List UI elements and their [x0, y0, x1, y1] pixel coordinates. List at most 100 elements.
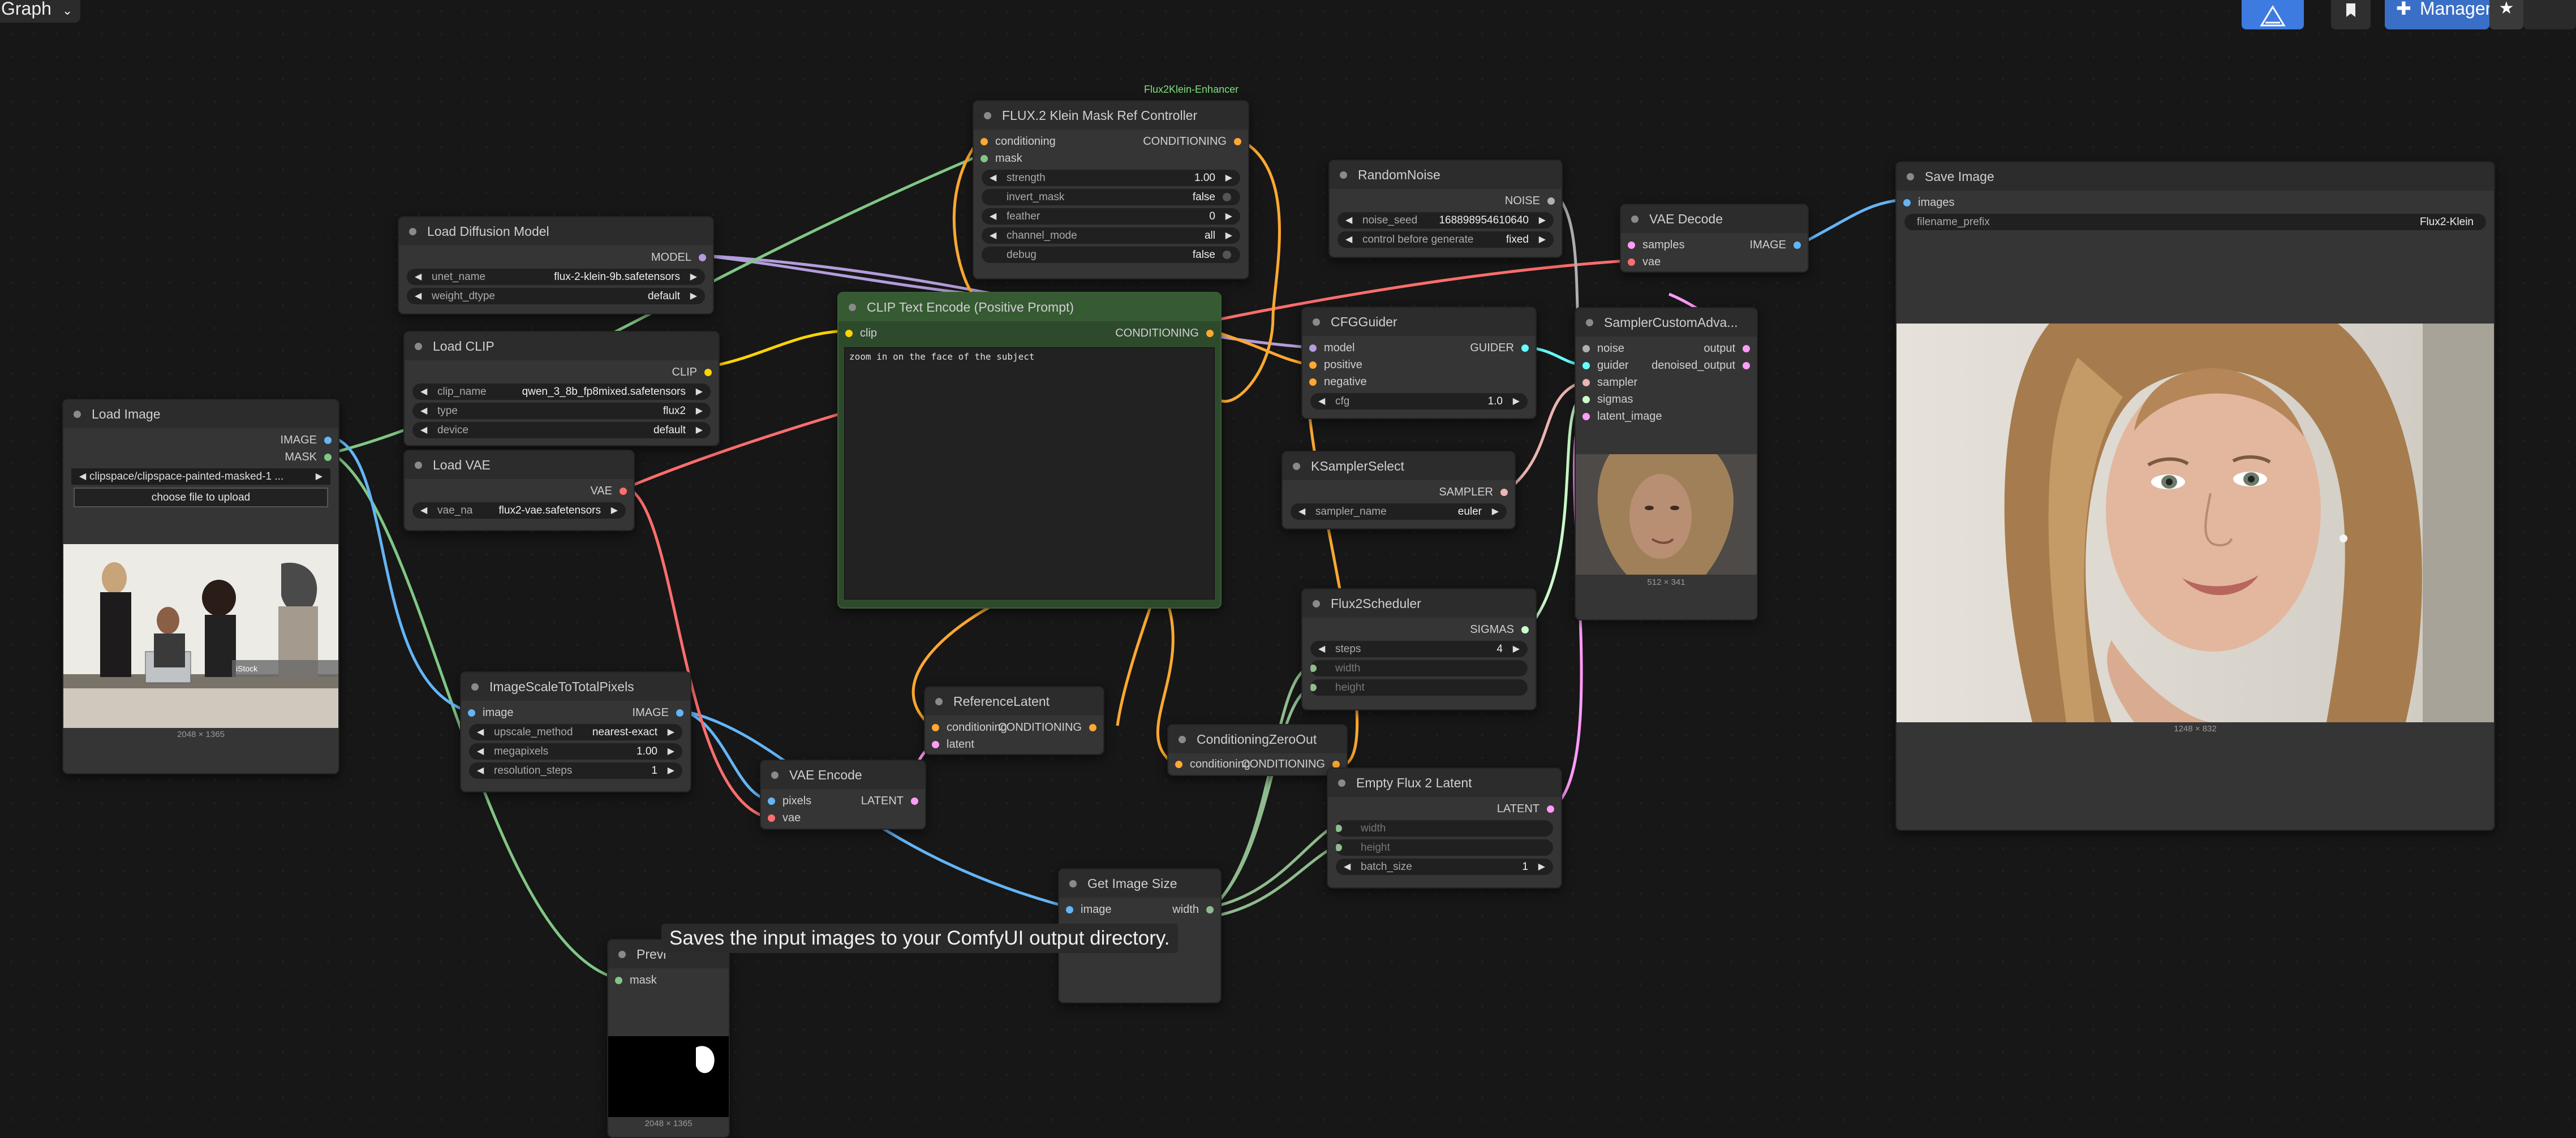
collapse-dot-icon[interactable]	[618, 951, 626, 958]
arrow-right-icon[interactable]: ▶	[1225, 170, 1232, 186]
filename-prefix-input[interactable]: filename_prefix Flux2-Klein	[1904, 214, 2486, 230]
socket-dot-icon[interactable]	[468, 709, 475, 717]
collapse-dot-icon[interactable]	[935, 698, 943, 705]
arrow-left-icon[interactable]: ◀	[1318, 641, 1325, 657]
socket-dot-icon[interactable]	[1582, 362, 1590, 369]
output-sampler[interactable]: SAMPLER	[1283, 484, 1515, 501]
input-image[interactable]: image	[1066, 901, 1111, 918]
output-vae[interactable]: VAE	[405, 482, 634, 499]
device-combo[interactable]: ◀ device default ▶	[412, 422, 711, 438]
output-width[interactable]: width	[1172, 901, 1214, 918]
channel-mode-combo[interactable]: ◀ channel_mode all ▶	[982, 227, 1240, 244]
node-title[interactable]: Get Image Size	[1059, 869, 1220, 898]
collapse-dot-icon[interactable]	[771, 771, 779, 779]
debug-toggle[interactable]: debug false	[982, 247, 1240, 263]
input-positive[interactable]: positive	[1302, 356, 1536, 373]
socket-dot-icon[interactable]	[1336, 825, 1342, 832]
input-sigmas[interactable]: sigmas	[1576, 391, 1757, 408]
input-guider[interactable]: guider	[1582, 357, 1629, 374]
output-output[interactable]: output	[1704, 340, 1750, 357]
input-mask[interactable]: mask	[608, 972, 729, 989]
arrow-right-icon[interactable]: ▶	[611, 502, 618, 519]
socket-dot-icon[interactable]	[1903, 199, 1911, 206]
arrow-right-icon[interactable]: ▶	[1492, 503, 1499, 520]
input-vae[interactable]: vae	[1621, 253, 1808, 270]
input-pixels[interactable]: pixels	[768, 792, 811, 809]
socket-dot-icon[interactable]	[1089, 724, 1096, 731]
node-ksampler-select[interactable]: KSamplerSelect SAMPLER ◀ sampler_name eule…	[1281, 451, 1516, 529]
node-title[interactable]: RandomNoise	[1330, 161, 1562, 189]
width-converted-input[interactable]: width	[1336, 820, 1553, 837]
collapse-dot-icon[interactable]	[409, 228, 416, 235]
collapse-dot-icon[interactable]	[415, 462, 422, 469]
socket-dot-icon[interactable]	[1206, 906, 1214, 913]
socket-dot-icon[interactable]	[768, 814, 775, 822]
socket-dot-icon[interactable]	[1743, 345, 1750, 352]
socket-dot-icon[interactable]	[1175, 761, 1182, 768]
output-sigmas[interactable]: SIGMAS	[1302, 621, 1536, 638]
node-title[interactable]: ImageScaleToTotalPixels	[461, 673, 690, 701]
socket-dot-icon[interactable]	[1582, 379, 1590, 386]
arrow-right-icon[interactable]: ▶	[696, 403, 703, 419]
node-load-diffusion-model[interactable]: Load Diffusion Model MODEL ◀ unet_name flu…	[398, 216, 714, 314]
node-title[interactable]: Load Image	[63, 400, 338, 428]
socket-dot-icon[interactable]	[1794, 242, 1801, 249]
socket-dot-icon[interactable]	[845, 330, 853, 337]
socket-dot-icon[interactable]	[699, 254, 706, 261]
arrow-left-icon[interactable]: ◀	[420, 422, 427, 438]
vae-name-combo[interactable]: ◀ vae_na flux2-vae.safetensors ▶	[412, 502, 626, 519]
node-flux2-klein-mask-ref-controller[interactable]: FLUX.2 Klein Mask Ref Controller conditi…	[973, 100, 1249, 279]
manager-button[interactable]: ✚ Manager	[2385, 0, 2491, 29]
upscale-method-combo[interactable]: ◀ upscale_method nearest-exact ▶	[469, 724, 682, 740]
sampler-name-combo[interactable]: ◀ sampler_name euler ▶	[1291, 503, 1507, 520]
node-load-clip[interactable]: Load CLIP CLIP ◀ clip_name qwen_3_8b_fp8mi…	[403, 331, 720, 446]
arrow-left-icon[interactable]: ◀	[420, 403, 427, 419]
node-empty-flux2-latent[interactable]: Empty Flux 2 Latent LATENT width height …	[1327, 768, 1562, 889]
arrow-left-icon[interactable]: ◀	[477, 743, 484, 760]
socket-dot-icon[interactable]	[1234, 138, 1241, 145]
socket-dot-icon[interactable]	[1310, 665, 1317, 672]
arrow-right-icon[interactable]: ▶	[690, 269, 697, 285]
socket-dot-icon[interactable]	[1521, 626, 1529, 633]
input-latent[interactable]: latent	[925, 736, 1103, 753]
output-image[interactable]: IMAGE	[63, 432, 338, 449]
socket-dot-icon[interactable]	[1309, 361, 1317, 369]
noise-seed-number[interactable]: ◀ noise_seed 168898954610640 ▶	[1338, 212, 1554, 229]
socket-dot-icon[interactable]	[768, 798, 775, 805]
socket-dot-icon[interactable]	[932, 741, 939, 748]
weight-dtype-combo[interactable]: ◀ weight_dtype default ▶	[407, 288, 705, 304]
node-title[interactable]: SamplerCustomAdva...	[1576, 308, 1757, 337]
node-title[interactable]: ReferenceLatent	[925, 687, 1103, 715]
input-vae[interactable]: vae	[761, 809, 925, 826]
input-samples[interactable]: samples	[1628, 236, 1684, 253]
node-save-image[interactable]: Save Image images filename_prefix Flux2-K…	[1895, 161, 2495, 831]
node-title[interactable]: Empty Flux 2 Latent	[1328, 769, 1561, 797]
socket-dot-icon[interactable]	[676, 709, 683, 717]
node-image-scale-to-total-pixels[interactable]: ImageScaleToTotalPixels image IMAGE ◀ ups…	[460, 671, 691, 792]
socket-dot-icon[interactable]	[1336, 844, 1342, 851]
arrow-left-icon[interactable]: ◀	[477, 724, 484, 740]
strength-number[interactable]: ◀ strength 1.00 ▶	[982, 170, 1240, 186]
arrow-left-icon[interactable]: ◀	[990, 208, 996, 225]
node-title[interactable]: Load CLIP	[405, 332, 719, 360]
arrow-left-icon[interactable]: ◀	[990, 170, 996, 186]
collapse-dot-icon[interactable]	[1631, 215, 1639, 223]
collapse-dot-icon[interactable]	[1313, 318, 1320, 326]
comfy-logo-button[interactable]	[2242, 0, 2304, 29]
node-flux2-scheduler[interactable]: Flux2Scheduler SIGMAS ◀ steps 4 ▶ width hei…	[1301, 588, 1537, 710]
resolution-steps-number[interactable]: ◀ resolution_steps 1 ▶	[469, 762, 682, 779]
node-title[interactable]: FLUX.2 Klein Mask Ref Controller	[974, 101, 1248, 130]
collapse-dot-icon[interactable]	[1338, 779, 1345, 787]
width-converted-input[interactable]: width	[1310, 660, 1528, 676]
socket-dot-icon[interactable]	[1066, 906, 1073, 913]
node-title[interactable]: CLIP Text Encode (Positive Prompt)	[838, 293, 1220, 321]
arrow-right-icon[interactable]: ▶	[1539, 231, 1546, 248]
output-clip[interactable]: CLIP	[405, 364, 719, 381]
socket-dot-icon[interactable]	[1582, 413, 1590, 420]
batch-size-number[interactable]: ◀ batch_size 1 ▶	[1336, 859, 1553, 875]
output-conditioning[interactable]: CONDITIONING	[1143, 133, 1241, 150]
output-noise[interactable]: NOISE	[1330, 192, 1562, 209]
socket-dot-icon[interactable]	[1628, 242, 1635, 249]
collapse-dot-icon[interactable]	[1293, 463, 1300, 470]
socket-dot-icon[interactable]	[911, 798, 918, 805]
